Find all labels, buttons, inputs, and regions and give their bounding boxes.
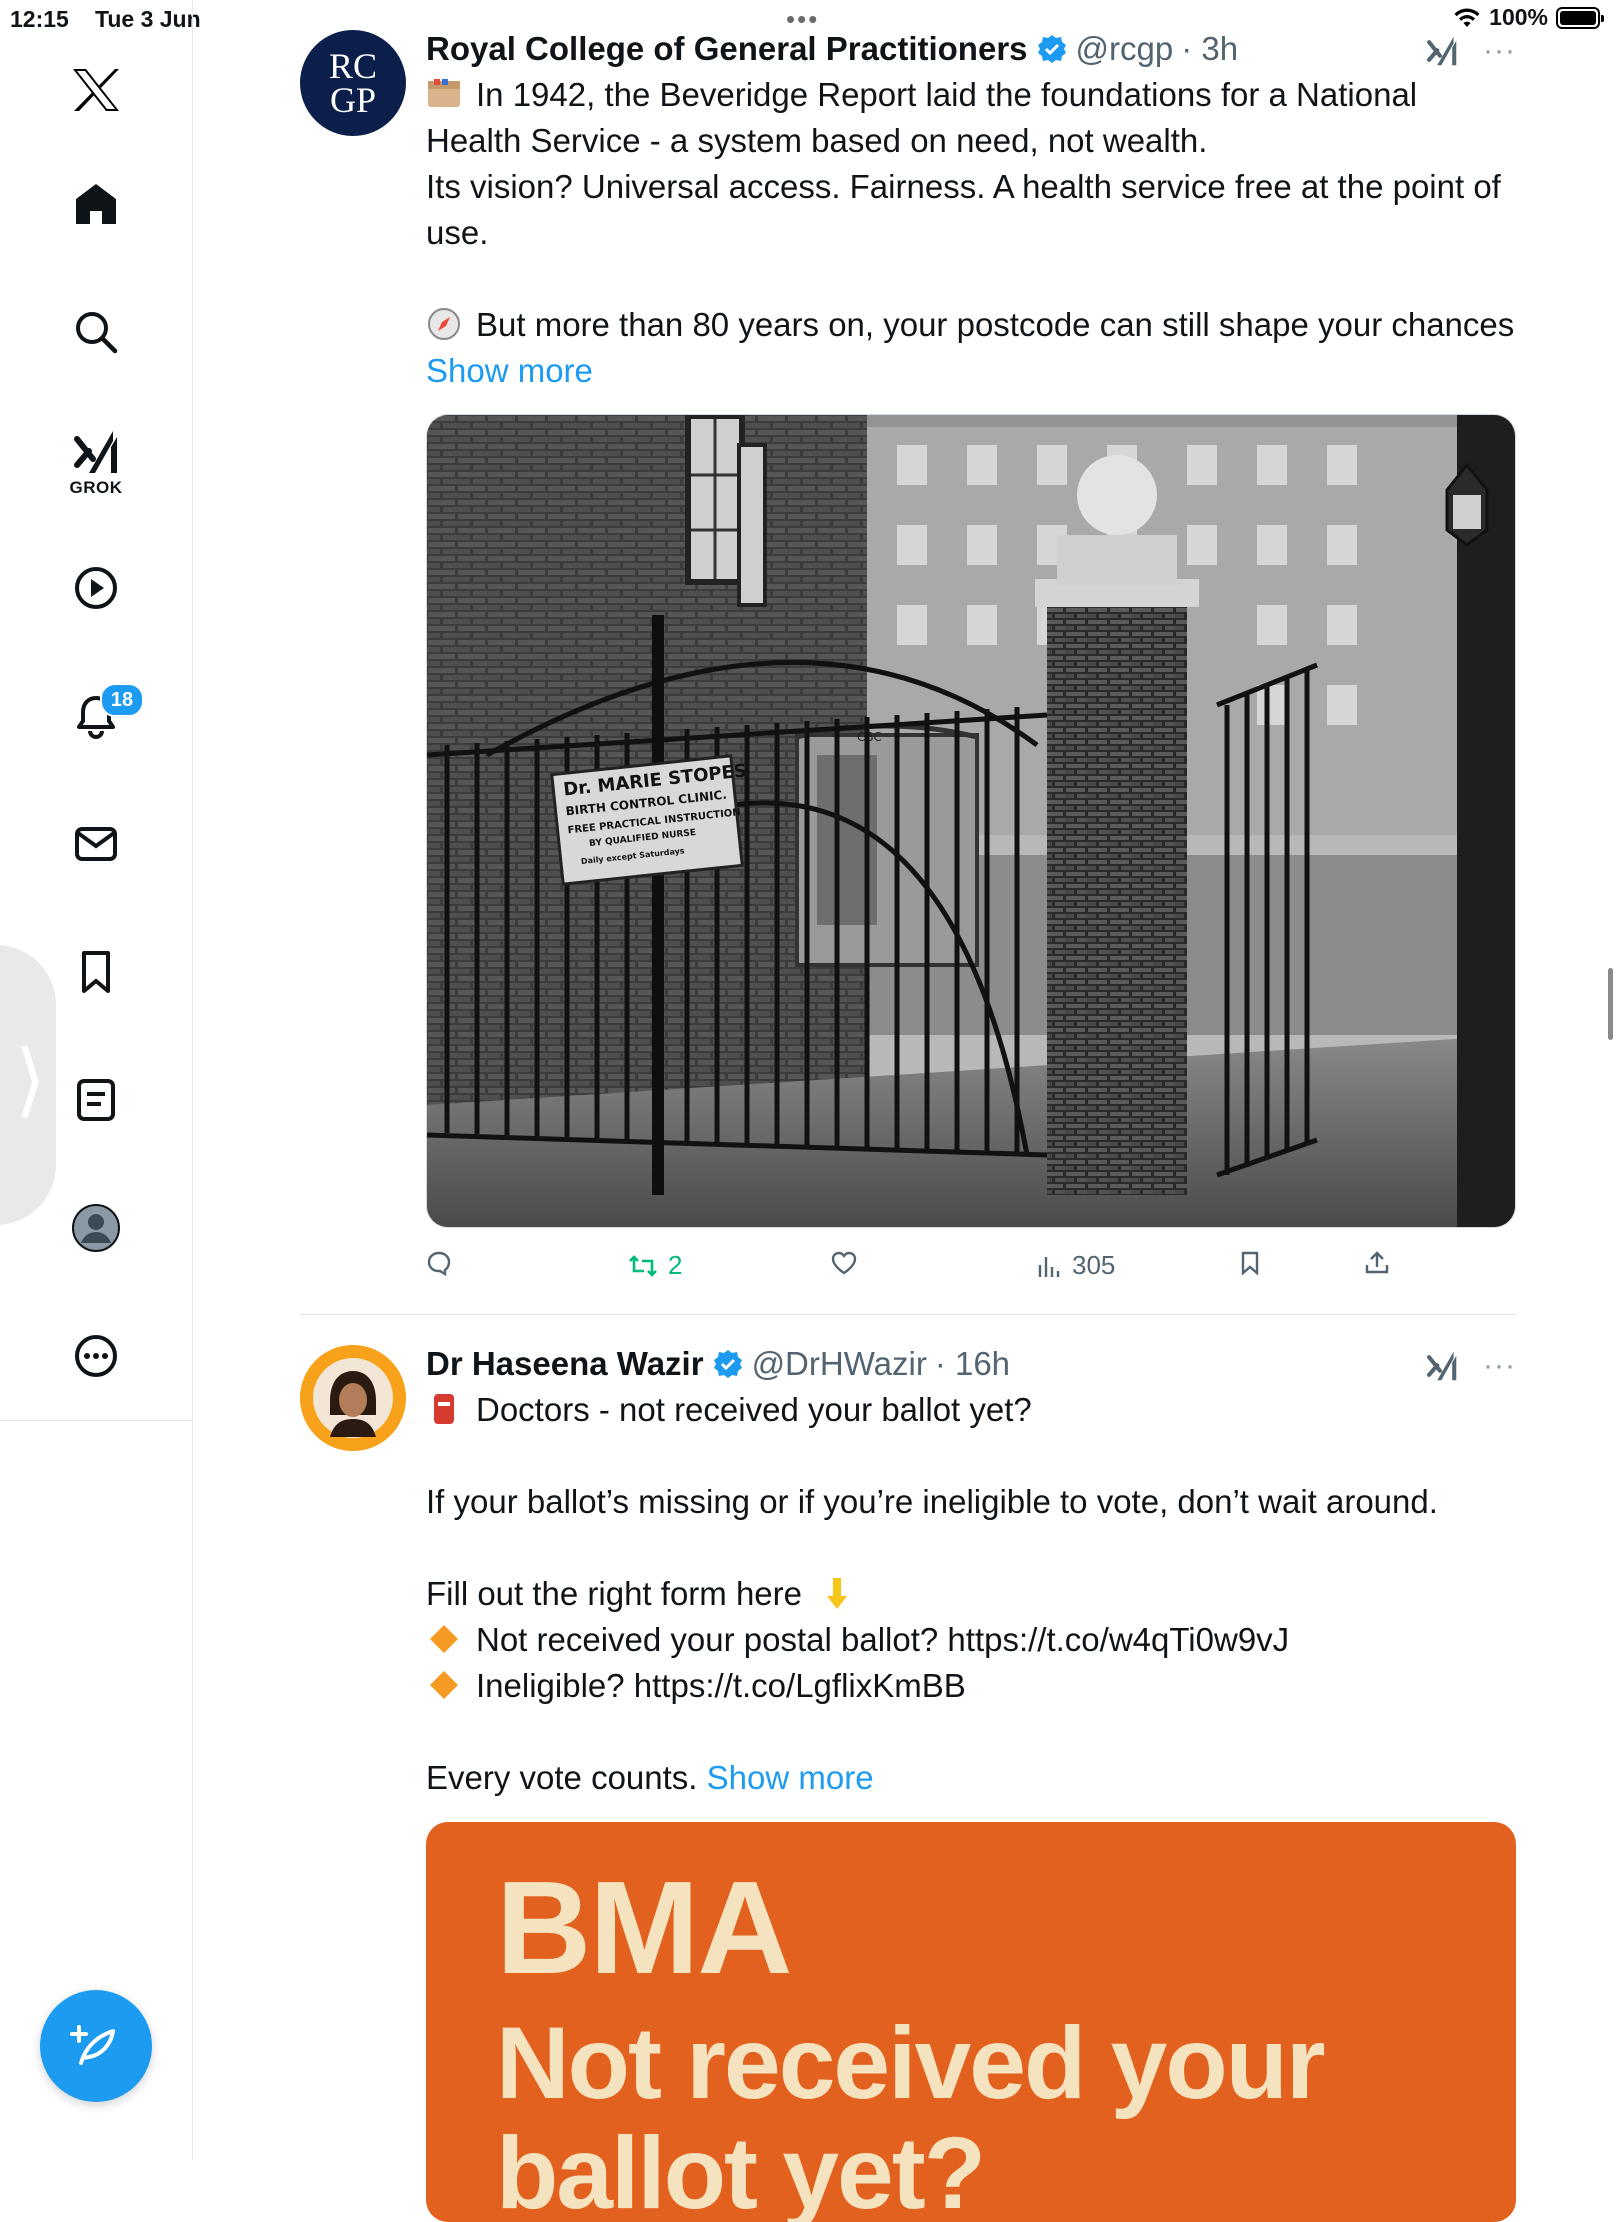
scrollbar[interactable]	[1608, 968, 1613, 1040]
tweet[interactable]: RC GP Royal College of General Practitio…	[300, 30, 1516, 1300]
avatar-text: GP	[329, 80, 377, 120]
reply-button[interactable]	[426, 1250, 462, 1276]
video-icon[interactable]	[64, 556, 128, 620]
sidebar-divider	[0, 1420, 192, 1421]
reply-icon	[427, 1251, 451, 1276]
tweet-image[interactable]: CBC	[426, 414, 1516, 1228]
sidebar: GROK 18 ⟩	[0, 0, 193, 2160]
tweet-paragraph: If your ballot’s missing or if you’re in…	[426, 1483, 1438, 1520]
avatar[interactable]	[300, 1345, 406, 1451]
battery-icon	[1556, 6, 1604, 29]
card-index-emoji-icon	[428, 79, 460, 107]
tweet-paragraph: Its vision? Universal access. Fairness. …	[426, 168, 1511, 251]
tweet-paragraph: Doctors - not received your ballot yet?	[476, 1391, 1032, 1428]
compose-button[interactable]	[40, 1990, 152, 2102]
bookmarks-icon[interactable]	[64, 940, 128, 1004]
grok-label[interactable]: GROK	[64, 478, 128, 498]
views-chart-icon	[1038, 1256, 1060, 1277]
author-handle[interactable]: @rcgp	[1076, 30, 1174, 68]
tweet-header: Dr Haseena Wazir @DrHWazir · 16h	[426, 1345, 1010, 1383]
side-panel-handle[interactable]: ⟩	[0, 945, 56, 1225]
repost-button[interactable]: 2	[628, 1250, 682, 1281]
avatar[interactable]: RC GP	[300, 30, 406, 136]
avatar-photo	[300, 1345, 406, 1451]
tweet-paragraph: But more than 80 years on, your postcode…	[476, 306, 1515, 343]
clinic-gate-photo: CBC	[427, 415, 1515, 1227]
tweet-divider	[300, 1314, 1516, 1315]
battery-percent: 100%	[1489, 4, 1548, 30]
tweet-paragraph: Every vote counts.	[426, 1759, 698, 1796]
bma-headline-2: ballot yet?	[496, 2116, 986, 2222]
pointing-down-emoji-icon	[827, 1578, 848, 1609]
more-options-icon[interactable]: ···	[1483, 34, 1516, 68]
heart-icon	[831, 1251, 857, 1275]
more-options-icon[interactable]: ···	[1483, 1349, 1516, 1383]
author-name[interactable]: Royal College of General Practitioners	[426, 30, 1028, 68]
tweet-paragraph: In 1942, the Beveridge Report laid the f…	[426, 76, 1427, 159]
repost-icon	[629, 1254, 657, 1277]
tweet-image-card[interactable]: BMA Not received your ballot yet?	[426, 1822, 1516, 2222]
verified-badge-icon	[1037, 35, 1066, 63]
tweet-actions: 2 305	[426, 1250, 1426, 1290]
postbox-emoji-icon	[434, 1394, 454, 1424]
show-more-link[interactable]: Show more	[707, 1759, 874, 1796]
home-icon[interactable]	[64, 172, 128, 236]
grok-icon[interactable]	[1425, 1349, 1459, 1383]
bookmark-icon	[1241, 1251, 1259, 1276]
tweet-text: In 1942, the Beveridge Report laid the f…	[426, 72, 1516, 394]
compose-feather-icon	[70, 2025, 115, 2065]
notification-badge: 18	[100, 683, 144, 717]
tweet-paragraph: Fill out the right form here	[426, 1575, 802, 1612]
tweet[interactable]: Dr Haseena Wazir @DrHWazir · 16h ··· Doc…	[300, 1345, 1516, 2222]
tweet-controls: ···	[1425, 34, 1516, 68]
messages-icon[interactable]	[64, 812, 128, 876]
show-more-link[interactable]: Show more	[426, 352, 593, 389]
share-icon	[1365, 1251, 1389, 1274]
search-icon[interactable]	[64, 300, 128, 364]
chevron-right-icon: ⟩	[14, 1035, 46, 1124]
tweet-text: Doctors - not received your ballot yet? …	[426, 1387, 1516, 1801]
tweet-link-line[interactable]: Ineligible? https://t.co/LgflixKmBB	[476, 1667, 966, 1704]
verified-badge-icon	[713, 1350, 742, 1378]
bookmark-button[interactable]	[1238, 1250, 1262, 1276]
profile-icon[interactable]	[64, 1196, 128, 1260]
orange-diamond-icon	[430, 1625, 458, 1653]
tweet-time[interactable]: · 16h	[935, 1345, 1010, 1383]
author-name[interactable]: Dr Haseena Wazir	[426, 1345, 704, 1383]
share-button[interactable]	[1364, 1250, 1390, 1276]
grok-icon[interactable]	[1425, 34, 1459, 68]
x-logo-icon[interactable]	[64, 58, 128, 122]
lists-icon[interactable]	[64, 1068, 128, 1132]
tweet-controls: ···	[1425, 1349, 1516, 1383]
compass-emoji-icon	[428, 308, 460, 340]
tweet-link-line[interactable]: Not received your postal ballot? https:/…	[476, 1621, 1289, 1658]
orange-diamond-icon	[430, 1671, 458, 1699]
repost-count: 2	[668, 1250, 683, 1280]
more-icon[interactable]	[64, 1324, 128, 1388]
author-handle[interactable]: @DrHWazir	[752, 1345, 927, 1383]
bma-title: BMA	[496, 1854, 793, 2001]
bma-headline: Not received your	[496, 2006, 1326, 2120]
views-button[interactable]: 305	[1036, 1250, 1115, 1281]
status-indicators: 100%	[1453, 4, 1604, 31]
view-count: 305	[1072, 1250, 1116, 1280]
tweet-header: Royal College of General Practitioners @…	[426, 30, 1238, 68]
like-button[interactable]	[830, 1250, 868, 1276]
grok-icon[interactable]	[64, 420, 128, 484]
wifi-icon	[1454, 8, 1480, 27]
tweet-time[interactable]: · 3h	[1181, 30, 1238, 68]
avatar-text: RC	[328, 46, 378, 86]
